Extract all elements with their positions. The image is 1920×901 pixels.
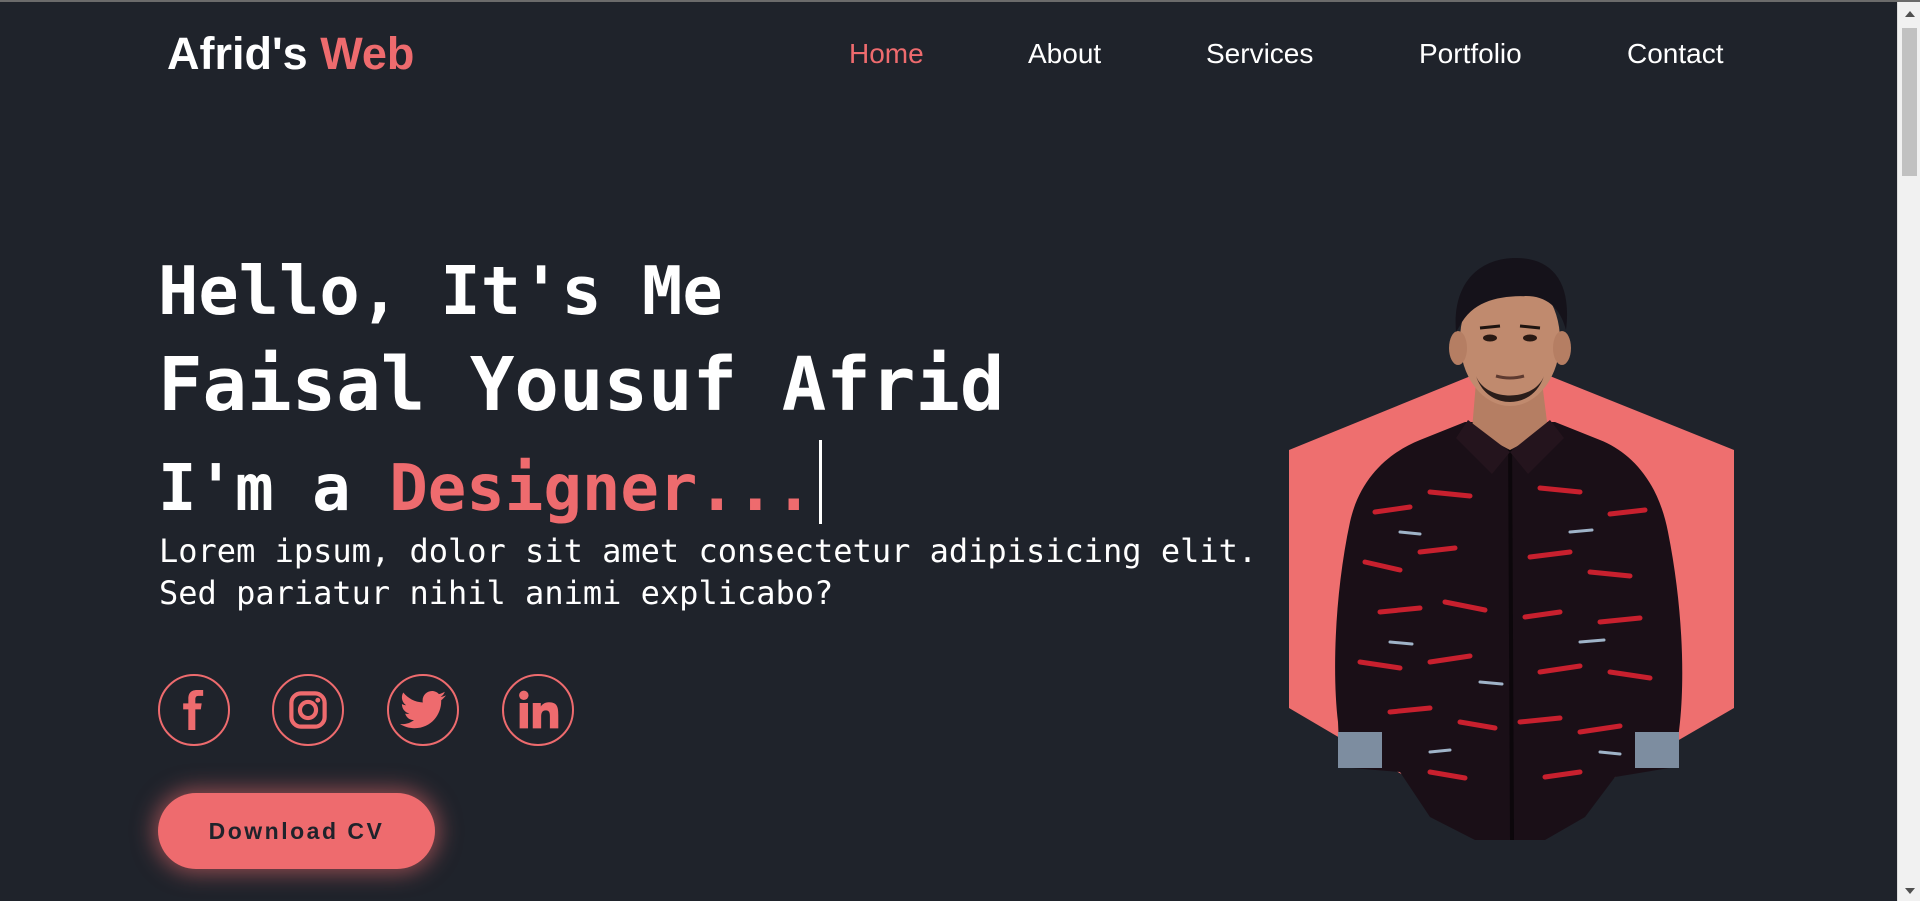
hero-name: Faisal Yousuf Afrid — [158, 342, 1005, 428]
person-ear-right — [1553, 331, 1571, 365]
hero-greeting: Hello, It's Me — [158, 252, 723, 330]
person-eye-right — [1523, 334, 1537, 342]
sleeve-cuff-right — [1635, 732, 1679, 768]
twitter-icon — [400, 691, 446, 729]
typing-cursor — [819, 440, 823, 524]
linkedin-icon — [519, 690, 559, 729]
description-line-2: Sed pariatur nihil animi explicabo? — [159, 574, 834, 612]
facebook-link[interactable] — [158, 674, 230, 746]
twitter-link[interactable] — [387, 674, 459, 746]
role-typed-word: Designer... — [389, 452, 814, 526]
person-eye-left — [1483, 334, 1497, 342]
nav-home[interactable]: Home — [849, 38, 924, 70]
description-line-1: Lorem ipsum, dolor sit amet consectetur … — [159, 532, 1258, 570]
instagram-link[interactable] — [272, 674, 344, 746]
linkedin-link[interactable] — [502, 674, 574, 746]
sleeve-cuff-left — [1338, 732, 1382, 768]
scroll-up-arrow-icon[interactable] — [1898, 4, 1920, 24]
role-prefix: I'm a — [158, 452, 351, 526]
hero-description: Lorem ipsum, dolor sit amet consectetur … — [159, 530, 1319, 614]
nav-portfolio[interactable]: Portfolio — [1419, 38, 1522, 70]
main-nav: Home About Services Portfolio Contact — [0, 38, 1920, 78]
shirt-placket — [1508, 431, 1514, 841]
hero-role: I'm a Designer... — [158, 440, 823, 526]
person-ear-left — [1449, 331, 1467, 365]
page: Afrid's Web Home About Services Portfoli… — [0, 0, 1920, 901]
instagram-icon — [289, 691, 327, 729]
nav-about[interactable]: About — [1028, 38, 1101, 70]
vertical-scrollbar[interactable] — [1897, 2, 1920, 901]
scroll-down-arrow-icon[interactable] — [1898, 881, 1920, 901]
facebook-icon — [183, 690, 204, 730]
download-cv-button[interactable]: Download CV — [158, 793, 435, 869]
scrollbar-thumb[interactable] — [1902, 28, 1917, 176]
profile-photo — [1289, 258, 1734, 841]
nav-services[interactable]: Services — [1206, 38, 1313, 70]
nav-contact[interactable]: Contact — [1627, 38, 1724, 70]
